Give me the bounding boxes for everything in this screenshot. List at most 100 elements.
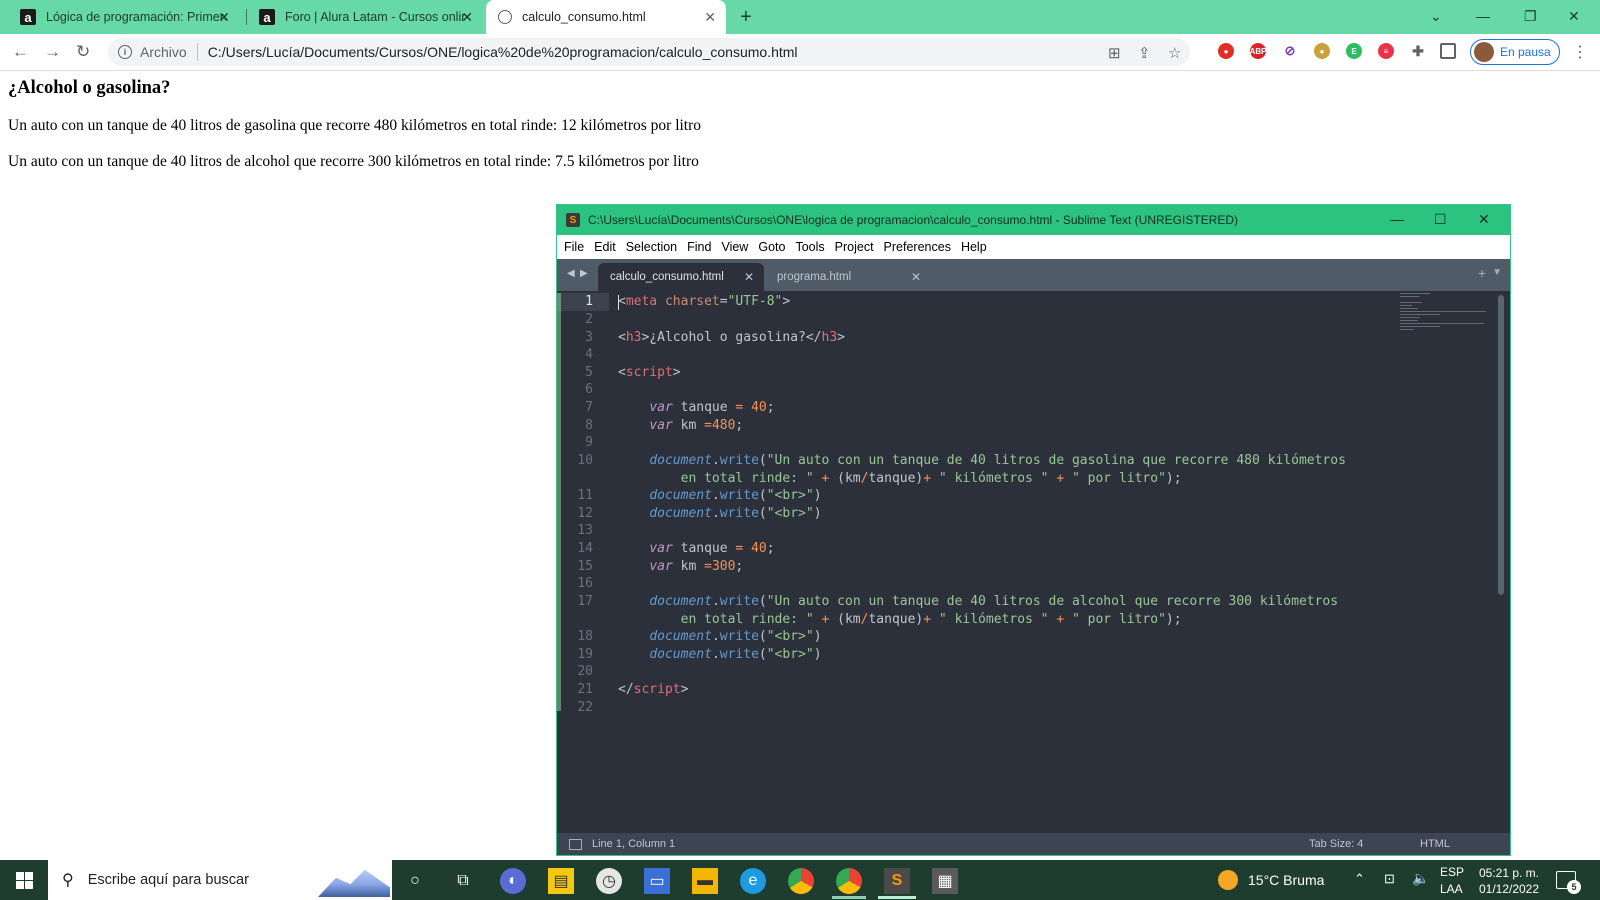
extension-red-icon[interactable]: ≡ (1378, 43, 1394, 59)
menu-item-view[interactable]: View (721, 240, 748, 254)
code-line: var tanque = 40; (649, 400, 775, 415)
code-line: var tanque = 40; (649, 541, 775, 556)
menu-item-project[interactable]: Project (835, 240, 874, 254)
menu-item-selection[interactable]: Selection (626, 240, 677, 254)
chrome-profile-icon[interactable] (836, 868, 862, 894)
editor-tab-active[interactable]: calculo_consumo.html ✕ (598, 263, 764, 291)
tab-left-arrow-icon[interactable]: ◀ (567, 268, 575, 279)
menu-item-find[interactable]: Find (687, 240, 711, 254)
file-explorer-icon[interactable]: ▬ (692, 868, 718, 894)
notification-icon[interactable]: 5 (1556, 871, 1581, 894)
sublime-logo-icon: S (566, 213, 580, 227)
menu-item-help[interactable]: Help (961, 240, 987, 254)
profile-button[interactable]: En pausa (1470, 39, 1560, 65)
line-number: 22 (577, 700, 593, 715)
weather-widget[interactable]: 15°C Bruma (1218, 870, 1324, 890)
search-icon: ⚲ (62, 872, 74, 889)
minimize-icon[interactable]: — (1476, 8, 1490, 24)
meet-now-icon[interactable]: ⊡ (1384, 871, 1395, 887)
scheme-label: Archivo (140, 44, 187, 60)
browser-tab-active[interactable]: calculo_consumo.html ✕ (486, 0, 726, 34)
task-view-icon[interactable]: ⧉ (450, 868, 476, 894)
clock[interactable]: 05:21 p. m. 01/12/2022 (1474, 865, 1544, 897)
result-line-gasolina: Un auto con un tanque de 40 litros de ga… (8, 117, 702, 134)
maximize-icon[interactable]: ☐ (1434, 211, 1447, 228)
chrome-icon[interactable] (788, 868, 814, 894)
line-number: 2 (585, 312, 593, 327)
code-line: document.write("<br>") (649, 629, 822, 644)
line-number (557, 611, 593, 629)
clock-app-icon[interactable]: ◷ (596, 868, 622, 894)
volume-icon[interactable]: 🔈 (1412, 870, 1429, 887)
share-icon[interactable]: ⇪ (1138, 44, 1151, 62)
result-line-alcohol: Un auto con un tanque de 40 litros de al… (8, 153, 699, 170)
restore-icon[interactable]: ❐ (1524, 8, 1537, 25)
adblock-plus-icon[interactable]: ABP (1250, 43, 1266, 59)
menu-kebab-icon[interactable]: ⋮ (1572, 42, 1588, 62)
tab-search-icon[interactable]: ⌄ (1430, 8, 1442, 25)
app-icon[interactable]: ◐ (500, 868, 526, 894)
translate-icon[interactable]: ⊞ (1108, 44, 1121, 62)
bookmark-star-icon[interactable]: ☆ (1168, 44, 1181, 62)
close-tab-icon[interactable]: ✕ (744, 270, 754, 284)
menu-item-edit[interactable]: Edit (594, 240, 616, 254)
code-line: <script> (618, 365, 681, 380)
tab-size-indicator[interactable]: Tab Size: 4 (1309, 838, 1363, 850)
language-bottom[interactable]: LAA (1440, 882, 1463, 896)
code-editor[interactable]: 1 2 3 4 5 6 7 8 9 10 11 12 13 14 15 16 17 18 19 20 21 22 <met… (557, 291, 1510, 825)
extension-coin-icon[interactable]: ● (1314, 43, 1330, 59)
side-panel-icon[interactable] (1440, 43, 1456, 59)
minimap[interactable] (1400, 293, 1490, 338)
back-icon[interactable]: ← (12, 42, 29, 62)
close-tab-icon[interactable]: ✕ (218, 9, 230, 26)
menu-item-goto[interactable]: Goto (758, 240, 785, 254)
line-number: 9 (585, 435, 593, 450)
windows-start-icon[interactable] (16, 872, 33, 889)
app-window-icon[interactable]: ▭ (644, 868, 670, 894)
editor-tab-label: calculo_consumo.html (610, 271, 724, 283)
code-line: <h3>¿Alcohol o gasolina?</h3> (618, 330, 845, 345)
close-window-icon[interactable]: ✕ (1568, 8, 1580, 25)
new-tab-icon[interactable]: + (1478, 265, 1486, 281)
taskbar-search-box[interactable]: ⚲ Escribe aquí para buscar (48, 860, 392, 900)
url-text[interactable]: C:/Users/Lucía/Documents/Cursos/ONE/logi… (208, 44, 798, 60)
menu-item-file[interactable]: File (564, 240, 584, 254)
menu-item-preferences[interactable]: Preferences (884, 240, 951, 254)
weather-text: 15°C Bruma (1248, 872, 1325, 888)
calculator-icon[interactable]: ▦ (932, 868, 958, 894)
line-number: 10 (577, 453, 593, 468)
close-tab-icon[interactable]: ✕ (704, 9, 716, 26)
chevron-up-icon[interactable]: ⌃ (1354, 871, 1365, 887)
extensions-puzzle-icon[interactable]: ✚ (1410, 43, 1426, 59)
browser-tab[interactable]: a Foro | Alura Latam - Cursos online ✕ (247, 0, 483, 34)
new-tab-icon[interactable]: + (740, 6, 752, 29)
block-icon[interactable]: ⊘ (1282, 43, 1298, 59)
language-top[interactable]: ESP (1440, 865, 1464, 879)
vertical-scrollbar[interactable] (1498, 295, 1504, 595)
panel-toggle-icon[interactable] (569, 838, 582, 850)
browser-tab[interactable]: a Lógica de programación: Primeros ✕ (8, 0, 240, 34)
editor-tab[interactable]: programa.html ✕ (765, 263, 931, 291)
close-window-icon[interactable]: ✕ (1478, 211, 1490, 228)
menu-item-tools[interactable]: Tools (795, 240, 824, 254)
sublime-text-icon[interactable]: S (884, 868, 910, 894)
minimize-icon[interactable]: — (1390, 211, 1404, 227)
cursor-position: Line 1, Column 1 (592, 838, 676, 850)
close-tab-icon[interactable]: ✕ (911, 270, 921, 284)
tab-right-arrow-icon[interactable]: ▶ (580, 268, 588, 279)
close-tab-icon[interactable]: ✕ (461, 9, 473, 26)
syntax-indicator[interactable]: HTML (1420, 838, 1450, 850)
sticky-notes-icon[interactable]: ▤ (548, 868, 574, 894)
evernote-icon[interactable]: E (1346, 43, 1362, 59)
line-number: 13 (577, 523, 593, 538)
address-bar[interactable]: i Archivo C:/Users/Lucía/Documents/Curso… (108, 38, 1190, 66)
tab-dropdown-icon[interactable]: ▼ (1492, 267, 1502, 278)
alura-icon: a (259, 9, 275, 25)
reload-icon[interactable]: ↻ (76, 42, 90, 62)
ublock-icon[interactable]: ● (1218, 43, 1234, 59)
cortana-icon[interactable]: ○ (402, 868, 428, 894)
code-line: <meta charset="UTF-8"> (618, 294, 791, 309)
forward-icon[interactable]: → (44, 42, 61, 62)
info-icon[interactable]: i (118, 45, 132, 59)
edge-icon[interactable]: e (740, 868, 766, 894)
